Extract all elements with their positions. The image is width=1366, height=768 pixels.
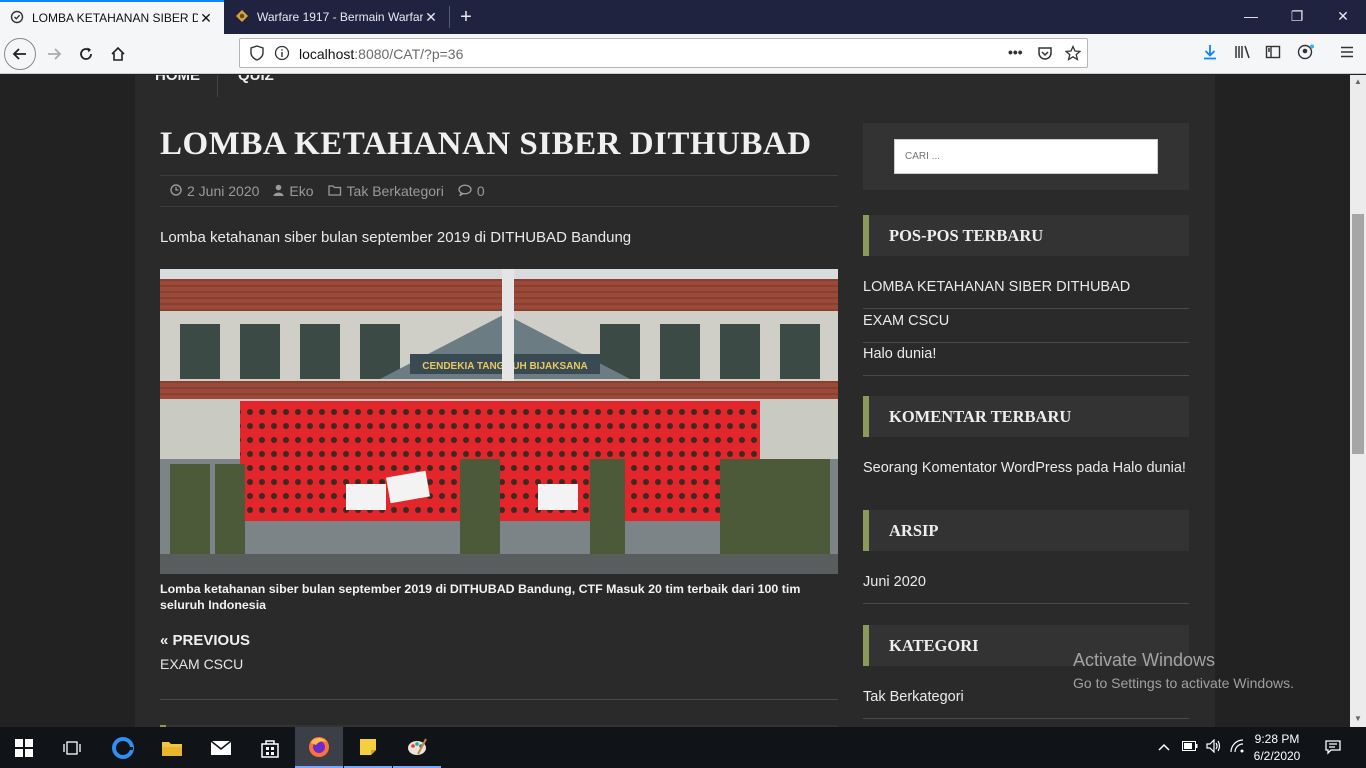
post-intro: Lomba ketahanan siber bulan september 20… (160, 229, 632, 246)
previous-post-link[interactable]: EXAM CSCU (160, 656, 243, 672)
new-tab-button[interactable]: + (455, 3, 477, 31)
file-explorer-app[interactable] (148, 727, 196, 768)
menu-home[interactable]: HOME (155, 75, 200, 84)
user-icon (273, 184, 284, 199)
firefox-app[interactable] (295, 727, 343, 768)
web-page: HOME QUIZ LOMBA KETAHANAN SIBER DITHUBAD… (0, 75, 1350, 727)
recent-comment-item[interactable]: Seorang Komentator WordPress pada Halo d… (863, 456, 1189, 490)
post-category[interactable]: Tak Berkategori (327, 183, 444, 199)
sticky-note-icon (360, 738, 376, 755)
tab-close-icon[interactable]: ✕ (423, 9, 439, 26)
comment-icon (458, 184, 472, 199)
activate-windows-watermark: Activate Windows Go to Settings to activ… (1073, 650, 1294, 691)
tracking-shield-icon[interactable] (250, 45, 264, 64)
recent-post-item[interactable]: LOMBA KETAHANAN SIBER DITHUBAD (863, 275, 1189, 309)
firefox-icon (309, 736, 329, 757)
shield-check-icon (10, 10, 24, 27)
minimize-button[interactable]: — (1228, 0, 1274, 34)
tab-separator (449, 6, 450, 28)
recent-post-item[interactable]: Halo dunia! (863, 342, 1189, 376)
library-icon[interactable] (1234, 44, 1252, 64)
home-button[interactable] (102, 38, 134, 70)
tab-title: Warfare 1917 - Bermain Warfare 1917 (257, 10, 423, 24)
start-button[interactable] (0, 727, 48, 768)
clock-time: 9:28 PM (1254, 732, 1300, 746)
search-input[interactable] (894, 139, 1158, 174)
search-widget (863, 123, 1189, 190)
tab-close-icon[interactable]: ✕ (198, 10, 214, 27)
task-view-icon (63, 740, 81, 755)
archive-title: ARSIP (863, 510, 1189, 551)
maximize-button[interactable]: ❐ (1274, 0, 1320, 34)
paint-palette-icon (408, 738, 427, 755)
downloads-icon[interactable] (1202, 44, 1218, 64)
clock-date: 6/2/2020 (1253, 749, 1301, 763)
info-icon[interactable] (274, 45, 290, 64)
archive-item[interactable]: Juni 2020 (863, 570, 1189, 604)
photo-caption: Lomba ketahanan siber bulan september 20… (160, 582, 801, 612)
edge-app[interactable] (99, 727, 147, 768)
folder-icon (327, 184, 342, 199)
account-icon[interactable] (1297, 44, 1315, 64)
browser-tab-strip: LOMBA KETAHANAN SIBER DITHUBAD ✕ Warfare… (0, 0, 1366, 34)
task-view-button[interactable] (48, 727, 96, 768)
bookmark-star-icon[interactable] (1064, 44, 1082, 64)
menu-divider (217, 75, 218, 97)
recent-post-item[interactable]: EXAM CSCU (863, 309, 1189, 343)
scroll-up-arrow[interactable]: ▲ (1350, 75, 1366, 89)
close-window-button[interactable]: ✕ (1320, 0, 1366, 34)
game-favicon-icon (235, 9, 249, 26)
page-actions-menu[interactable]: ••• (1008, 44, 1023, 60)
notification-center-icon[interactable] (1325, 739, 1341, 758)
recent-comments-title: KOMENTAR TERBARU (863, 396, 1189, 437)
system-clock[interactable]: 9:28 PM 6/2/2020 (1252, 731, 1302, 765)
post-comments[interactable]: 0 (458, 183, 485, 199)
arrow-left-icon (12, 48, 26, 60)
sidebar-toggle-icon[interactable] (1265, 44, 1281, 64)
post-meta: 2 Juni 2020 Eko Tak Berkategori 0 (160, 175, 838, 207)
windows-taskbar: 9:28 PM 6/2/2020 (0, 727, 1366, 768)
post-title: LOMBA KETAHANAN SIBER DITHUBAD (160, 126, 812, 162)
content-divider (160, 699, 838, 700)
menu-quiz[interactable]: QUIZ (238, 75, 274, 84)
network-icon[interactable] (1230, 739, 1244, 756)
sticky-notes-app[interactable] (344, 727, 392, 768)
clock-icon (170, 183, 182, 199)
recent-posts-title: POS-POS TERBARU (863, 215, 1189, 256)
previous-post-label[interactable]: « PREVIOUS (160, 632, 250, 649)
post-date[interactable]: 2 Juni 2020 (170, 183, 259, 199)
mail-icon (210, 739, 232, 755)
post-photo[interactable]: CENDEKIA TANGGUH BIJAKSANA (160, 269, 838, 574)
arrow-right-icon (48, 48, 62, 60)
tab-active[interactable]: LOMBA KETAHANAN SIBER DITHUBAD ✕ (0, 0, 224, 34)
mail-app[interactable] (197, 727, 245, 768)
hamburger-menu-icon[interactable] (1339, 44, 1355, 64)
store-app[interactable] (246, 727, 294, 768)
tab-warfare[interactable]: Warfare 1917 - Bermain Warfare 1917 ✕ (225, 0, 449, 34)
back-button[interactable] (4, 38, 36, 70)
windows-logo-icon (15, 738, 33, 757)
pocket-icon[interactable] (1037, 45, 1053, 64)
reload-icon (80, 47, 92, 60)
address-bar[interactable]: localhost:8080/CAT/?p=36 ••• (239, 38, 1088, 68)
post-author[interactable]: Eko (273, 183, 314, 199)
browser-toolbar: localhost:8080/CAT/?p=36 ••• (0, 34, 1366, 74)
edge-icon (112, 736, 134, 759)
battery-icon[interactable] (1182, 739, 1198, 754)
folder-icon (162, 741, 182, 756)
store-icon (261, 739, 279, 758)
home-icon (111, 46, 125, 61)
tab-title: LOMBA KETAHANAN SIBER DITHUBAD (32, 11, 198, 25)
volume-icon[interactable] (1206, 738, 1222, 756)
paint-app[interactable] (393, 727, 441, 768)
reload-button[interactable] (70, 38, 102, 70)
url-text: localhost:8080/CAT/?p=36 (299, 46, 464, 62)
show-hidden-icons-chevron-icon[interactable] (1158, 739, 1170, 754)
scrollbar-thumb[interactable] (1352, 214, 1364, 454)
scroll-down-arrow[interactable]: ▼ (1350, 712, 1366, 726)
forward-button[interactable] (38, 38, 70, 70)
